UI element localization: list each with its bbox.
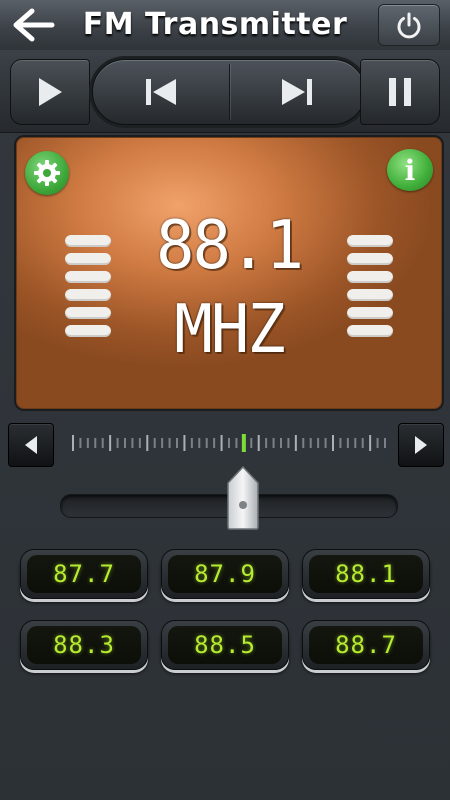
skip-previous-icon (146, 79, 176, 105)
scale-tick (309, 438, 312, 448)
scale-tick (79, 438, 82, 448)
meter-bar (65, 235, 111, 247)
scale-tick (250, 438, 253, 448)
scale-tick (86, 438, 89, 448)
scale-tick (235, 438, 238, 448)
scale-tick (72, 435, 74, 451)
scale-tick (190, 438, 193, 448)
preset-frequency-label: 88.7 (309, 626, 423, 664)
scale-tick (161, 438, 164, 448)
title-bar: FM Transmitter (0, 0, 450, 51)
meter-bar (347, 307, 393, 319)
tune-up-button[interactable] (398, 423, 444, 467)
scale-tick (280, 438, 282, 448)
triangle-right-icon (415, 436, 427, 454)
scale-tick (265, 438, 268, 448)
scale-tick (376, 438, 379, 448)
arrow-left-icon (13, 8, 55, 42)
tune-down-button[interactable] (8, 423, 54, 467)
scale-tick (220, 435, 223, 451)
scale-tick (257, 435, 260, 451)
pause-button[interactable] (360, 59, 440, 125)
scale-tick (116, 438, 119, 448)
preset-frequency-label: 88.1 (309, 555, 423, 593)
scale-tick (302, 438, 305, 448)
scale-tick (324, 438, 327, 448)
frequency-readout: 88.1 MHZ (155, 207, 304, 369)
scale-tick (346, 438, 349, 448)
scale-tick (384, 438, 386, 448)
frequency-display: i 88.1 MHZ (16, 137, 442, 409)
info-icon: i (404, 153, 416, 187)
scale-tick (354, 438, 357, 448)
preset-button[interactable]: 87.9 (161, 549, 289, 599)
scale-tick (198, 438, 201, 448)
meter-bar (347, 289, 393, 301)
play-button[interactable] (10, 59, 90, 125)
meter-bar (65, 253, 111, 265)
triangle-left-icon (25, 436, 37, 454)
info-button[interactable]: i (387, 149, 433, 191)
preset-frequency-label: 87.9 (168, 555, 282, 593)
next-button[interactable] (229, 60, 365, 124)
meter-bar (347, 253, 393, 265)
scale-tick (287, 438, 290, 448)
preset-button[interactable]: 87.7 (20, 549, 148, 599)
tuning-indicator (241, 434, 246, 452)
preset-button[interactable]: 88.5 (161, 620, 289, 670)
tuning-slider-thumb[interactable] (226, 465, 260, 531)
scale-tick (124, 438, 126, 448)
scale-tick (183, 435, 186, 451)
scale-tick (138, 438, 141, 448)
scale-tick (131, 438, 134, 448)
transport-controls (0, 50, 450, 133)
scale-tick (213, 438, 216, 448)
meter-bar (65, 289, 111, 301)
scale-tick (361, 438, 364, 448)
preset-frequency-label: 88.3 (27, 626, 141, 664)
preset-button[interactable]: 88.1 (302, 549, 430, 599)
page-title: FM Transmitter (82, 7, 348, 42)
power-button[interactable] (378, 4, 440, 46)
previous-button[interactable] (93, 60, 229, 124)
scale-tick (176, 438, 178, 448)
back-button[interactable] (10, 6, 58, 44)
meter-bar (347, 235, 393, 247)
signal-meter-right (347, 235, 393, 343)
scale-tick (317, 438, 320, 448)
meter-bar (347, 271, 393, 283)
power-icon (397, 12, 421, 39)
scale-tick (146, 435, 149, 451)
meter-bar (65, 307, 111, 319)
scale-tick (369, 435, 372, 451)
meter-bar (65, 271, 111, 283)
preset-button[interactable]: 88.7 (302, 620, 430, 670)
preset-button[interactable]: 88.3 (20, 620, 148, 670)
scale-tick (168, 438, 171, 448)
scale-tick (339, 438, 342, 448)
scale-tick (272, 438, 275, 448)
preset-frequency-label: 87.7 (27, 555, 141, 593)
signal-meter-left (65, 235, 111, 343)
scale-tick (109, 435, 112, 451)
meter-bar (347, 325, 393, 337)
scale-tick (101, 438, 104, 448)
settings-button[interactable] (25, 151, 69, 195)
scale-tick (153, 438, 156, 448)
preset-frequency-label: 88.5 (168, 626, 282, 664)
meter-bar (65, 325, 111, 337)
scale-tick (205, 438, 208, 448)
scale-tick (294, 435, 297, 451)
seek-button-group (92, 59, 366, 125)
scale-tick (94, 438, 97, 448)
gear-icon (34, 160, 60, 186)
scale-tick (228, 438, 230, 448)
scale-tick (332, 435, 334, 451)
tuning-scale (72, 434, 386, 452)
skip-next-icon (282, 79, 312, 105)
play-icon (39, 78, 62, 106)
pause-icon (389, 78, 411, 106)
